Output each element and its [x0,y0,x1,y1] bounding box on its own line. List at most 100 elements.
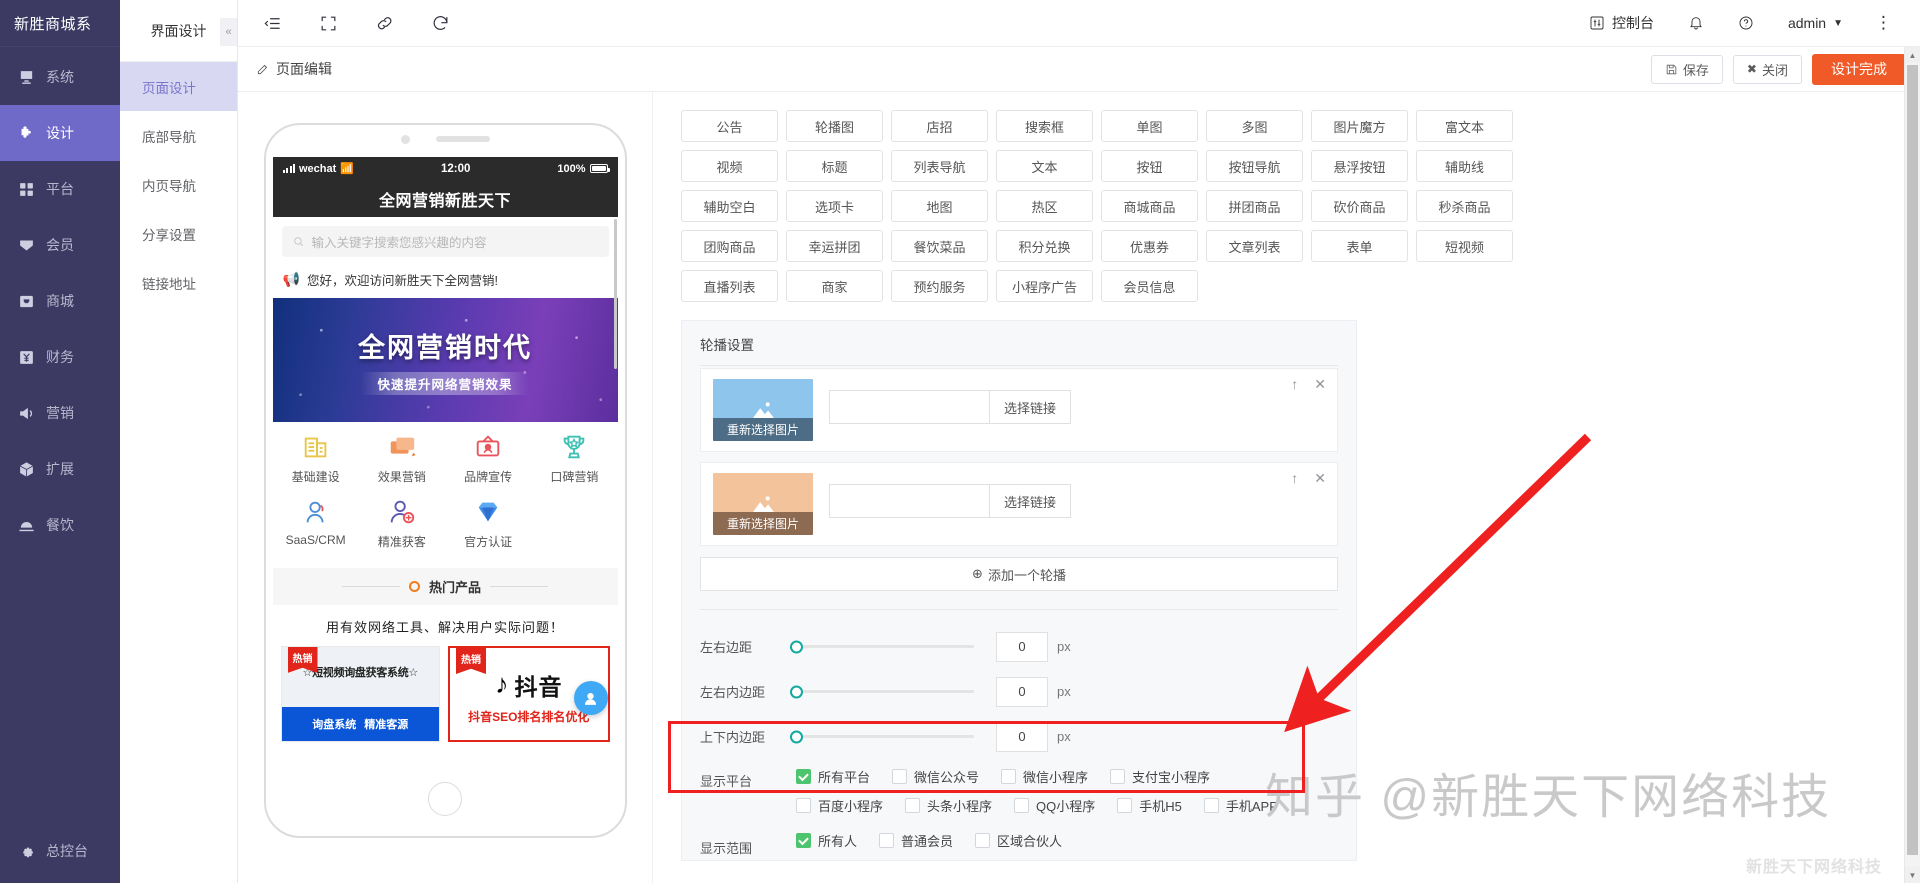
palette-item[interactable]: 按钮 [1101,150,1198,182]
palette-item[interactable]: 辅助空白 [681,190,778,222]
refresh-icon[interactable] [412,0,468,46]
panel-collapse-button[interactable]: « [220,18,237,46]
platform-checkbox-wechat-mp[interactable]: 微信公众号 [892,767,979,786]
platform-checkbox-toutiao-mini[interactable]: 头条小程序 [905,796,992,815]
visibility-checkbox-normal-member[interactable]: 普通会员 [879,831,953,850]
console-button[interactable]: 控制台 [1573,0,1670,46]
palette-item[interactable]: 富文本 [1416,110,1513,142]
sidebar-item-system[interactable]: 系统 [0,49,120,105]
palette-item[interactable]: 轮播图 [786,110,883,142]
slider-knob[interactable] [790,730,803,743]
palette-item[interactable]: 文本 [996,150,1093,182]
move-up-icon[interactable]: ↑ [1291,471,1298,485]
platform-checkbox-alipay-mini[interactable]: 支付宝小程序 [1110,767,1210,786]
visibility-checkbox-everyone[interactable]: 所有人 [796,831,857,850]
palette-item[interactable]: 热区 [996,190,1093,222]
sidebar-item-member[interactable]: 会员 [0,217,120,273]
platform-checkbox-baidu-mini[interactable]: 百度小程序 [796,796,883,815]
palette-item[interactable]: 拼团商品 [1206,190,1303,222]
slide-link-input[interactable] [829,484,989,518]
grid-nav-item[interactable]: 官方认证 [445,497,531,550]
palette-item[interactable]: 商家 [786,270,883,302]
sidebar-item-bottom-nav[interactable]: 底部导航 [120,111,237,160]
palette-item[interactable]: 选项卡 [786,190,883,222]
design-done-button[interactable]: 设计完成 [1812,54,1906,85]
palette-item[interactable]: 积分兑换 [996,230,1093,262]
palette-item[interactable]: 短视频 [1416,230,1513,262]
phone-banner[interactable]: 全网营销时代 快速提升网络营销效果 [273,298,618,422]
platform-checkbox-mobile-h5[interactable]: 手机H5 [1117,796,1182,815]
close-icon[interactable]: ✕ [1314,377,1326,391]
palette-item[interactable]: 列表导航 [891,150,988,182]
palette-item[interactable]: 标题 [786,150,883,182]
platform-checkbox-wechat-mini[interactable]: 微信小程序 [1001,767,1088,786]
fullscreen-icon[interactable] [300,0,356,46]
slide-link-input[interactable] [829,390,989,424]
grid-nav-item[interactable]: 品牌宣传 [445,432,531,485]
grid-nav-item[interactable]: 口碑营销 [531,432,617,485]
sidebar-item-link-address[interactable]: 链接地址 [120,258,237,307]
palette-item[interactable]: 单图 [1101,110,1198,142]
sidebar-item-extension[interactable]: 扩展 [0,441,120,497]
close-button[interactable]: ✖ 关闭 [1733,55,1802,84]
spacing-slider[interactable] [796,690,974,693]
palette-item[interactable]: 小程序广告 [996,270,1093,302]
palette-item[interactable]: 辅助线 [1416,150,1513,182]
sidebar-item-marketing[interactable]: 营销 [0,385,120,441]
palette-item[interactable]: 视频 [681,150,778,182]
palette-item[interactable]: 悬浮按钮 [1311,150,1408,182]
notifications-button[interactable] [1672,0,1720,46]
move-up-icon[interactable]: ↑ [1291,377,1298,391]
palette-item[interactable]: 预约服务 [891,270,988,302]
spacing-slider[interactable] [796,645,974,648]
slide-thumbnail[interactable]: 重新选择图片 [713,379,813,441]
more-vertical-icon[interactable]: ⋮ [1861,13,1906,33]
sidebar-item-mall[interactable]: 商城 [0,273,120,329]
palette-item[interactable]: 砍价商品 [1311,190,1408,222]
grid-nav-item[interactable]: 基础建设 [273,432,359,485]
choose-link-button[interactable]: 选择链接 [989,390,1071,424]
spacing-value-input[interactable] [996,677,1048,707]
sidebar-item-design[interactable]: 设计 [0,105,120,161]
palette-item[interactable]: 多图 [1206,110,1303,142]
palette-item[interactable]: 表单 [1311,230,1408,262]
help-button[interactable] [1722,0,1770,46]
platform-checkbox-mobile-app[interactable]: 手机APP [1204,796,1278,815]
platform-checkbox-all[interactable]: 所有平台 [796,767,870,786]
user-menu[interactable]: admin ▼ [1772,0,1859,46]
sidebar-item-inner-nav[interactable]: 内页导航 [120,160,237,209]
close-icon[interactable]: ✕ [1314,471,1326,485]
palette-item[interactable]: 团购商品 [681,230,778,262]
sidebar-item-console[interactable]: 总控台 [0,829,120,873]
spacing-slider[interactable] [796,735,974,738]
palette-item[interactable]: 优惠券 [1101,230,1198,262]
save-button[interactable]: 保存 [1651,55,1723,84]
scroll-down-icon[interactable]: ▼ [1905,867,1920,883]
link-icon[interactable] [356,0,412,46]
palette-item[interactable]: 商城商品 [1101,190,1198,222]
spacing-value-input[interactable] [996,722,1048,752]
sidebar-item-page-design[interactable]: 页面设计 [120,62,237,111]
palette-item[interactable]: 餐饮菜品 [891,230,988,262]
palette-item[interactable]: 搜索框 [996,110,1093,142]
scrollbar-thumb[interactable] [1907,65,1918,855]
menu-fold-icon[interactable] [244,0,300,46]
visibility-checkbox-area-partner[interactable]: 区域合伙人 [975,831,1062,850]
service-icon[interactable] [574,681,608,715]
palette-item[interactable]: 按钮导航 [1206,150,1303,182]
palette-item[interactable]: 秒杀商品 [1416,190,1513,222]
slider-knob[interactable] [790,640,803,653]
scroll-up-icon[interactable]: ▲ [1905,47,1920,63]
preview-scrollbar[interactable] [614,219,617,369]
slider-knob[interactable] [790,685,803,698]
sidebar-item-catering[interactable]: 餐饮 [0,497,120,553]
palette-item[interactable]: 店招 [891,110,988,142]
palette-item[interactable]: 公告 [681,110,778,142]
slide-thumbnail[interactable]: 重新选择图片 [713,473,813,535]
spacing-value-input[interactable] [996,632,1048,662]
palette-item[interactable]: 幸运拼团 [786,230,883,262]
grid-nav-item[interactable]: 精准获客 [359,497,445,550]
phone-home-button[interactable] [428,782,462,816]
palette-item[interactable]: 地图 [891,190,988,222]
choose-link-button[interactable]: 选择链接 [989,484,1071,518]
